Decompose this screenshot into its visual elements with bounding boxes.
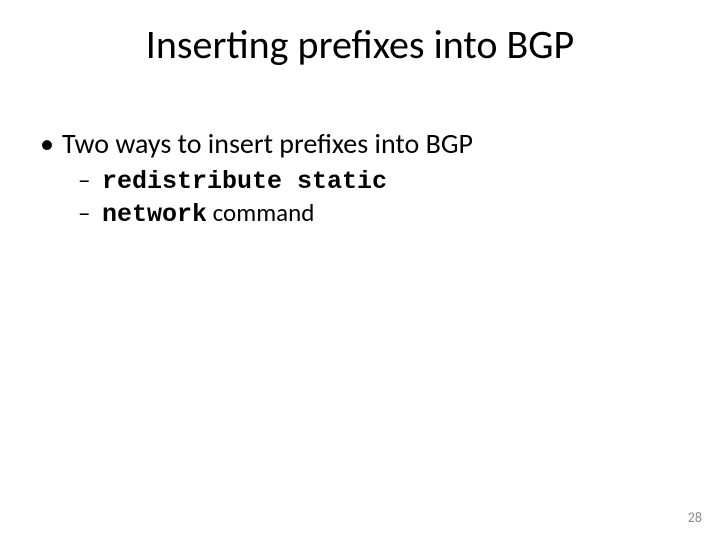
slide: Inserting prefixes into BGP Two ways to … [0, 0, 720, 540]
text-command: command [207, 197, 314, 228]
bullet-main: Two ways to insert prefixes into BGP [36, 128, 684, 160]
bullet-sub-redistribute: redistribute static [72, 164, 684, 197]
code-network: network [102, 200, 207, 229]
code-redistribute-static: redistribute static [102, 167, 387, 196]
bullet-sub-network: network command [72, 197, 684, 230]
slide-body: Two ways to insert prefixes into BGP red… [36, 128, 684, 231]
page-number: 28 [688, 509, 702, 526]
slide-title: Inserting prefixes into BGP [0, 20, 720, 69]
